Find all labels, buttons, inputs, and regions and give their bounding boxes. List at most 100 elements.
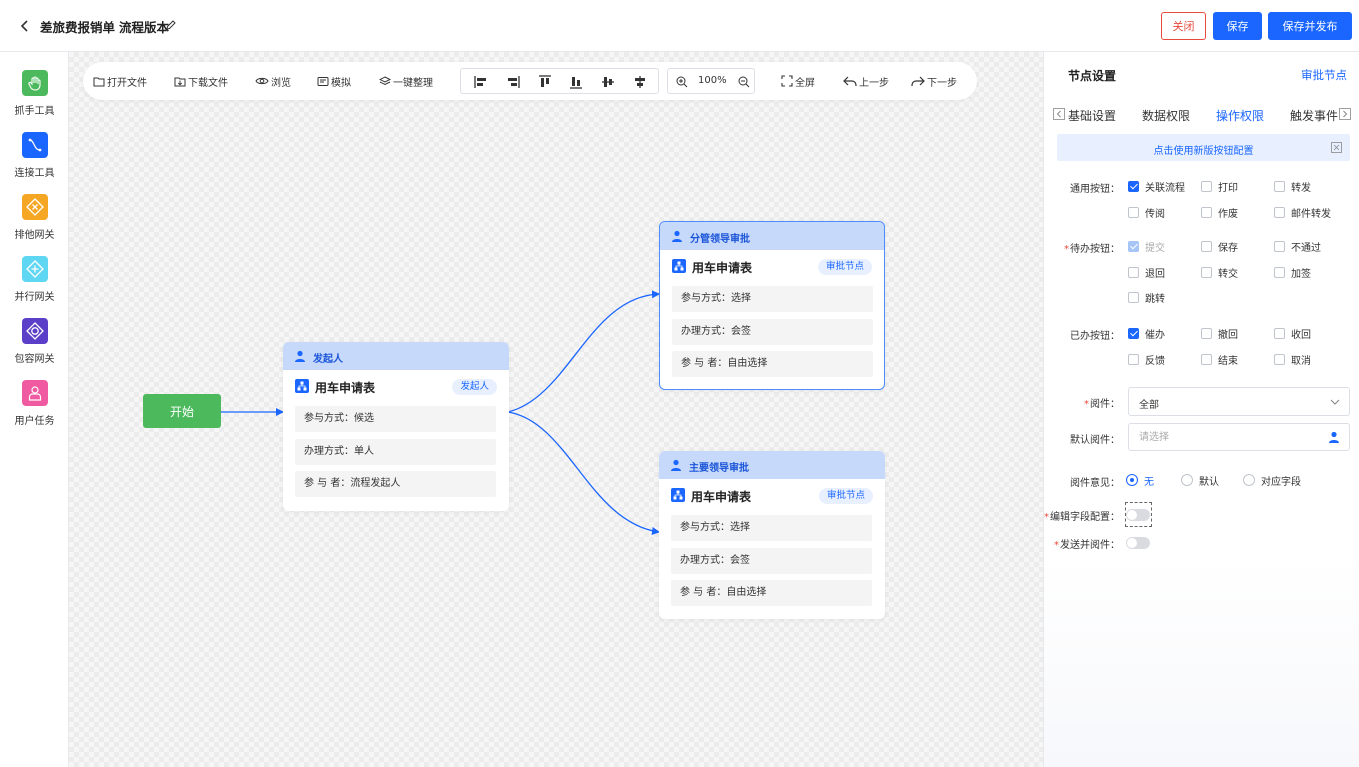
- node-row: 办理方式：会签: [671, 548, 872, 574]
- edit-field-config-switch[interactable]: [1126, 509, 1150, 521]
- align-left-icon[interactable]: [473, 74, 489, 90]
- checkbox-save[interactable]: 保存: [1201, 239, 1238, 254]
- tool-palette: 抓手工具 连接工具 排他网关 并行网关 包容网关 用户任务: [0, 52, 69, 767]
- default-reader-input[interactable]: [1128, 423, 1350, 451]
- node-deputy-approval[interactable]: 分管领导审批 用车申请表 审批节点 参与方式：选择 办理方式：会签 参 与 者：…: [659, 221, 885, 390]
- checkbox-urge[interactable]: 催办: [1128, 326, 1165, 341]
- undo-icon: [843, 76, 857, 86]
- checkbox-void[interactable]: 作废: [1201, 205, 1238, 220]
- checkbox-print[interactable]: 打印: [1201, 179, 1238, 194]
- folder-icon: [93, 77, 105, 86]
- canvas-toolbar: 打开文件 下载文件 浏览 模拟 一键整理 100% 全屏 上一步 下一步: [83, 62, 977, 100]
- send-and-read-label: *发送并阅件：: [1054, 540, 1120, 551]
- user-icon: [672, 230, 682, 242]
- checkbox-circulate[interactable]: 传阅: [1128, 205, 1165, 220]
- reader-label: *阅件：: [1084, 399, 1120, 410]
- checkbox-withdraw[interactable]: 撤回: [1201, 326, 1238, 341]
- tool-inclusive-gateway[interactable]: 包容网关: [0, 318, 69, 370]
- expand-icon: [1331, 142, 1342, 153]
- tab-scroll-right-icon[interactable]: [1339, 108, 1351, 120]
- node-header: 主要领导审批: [659, 451, 885, 479]
- tab-operation-permission[interactable]: 操作权限: [1216, 107, 1264, 124]
- tool-exclusive-gateway[interactable]: 排他网关: [0, 194, 69, 246]
- exclusive-gateway-icon: [22, 194, 48, 220]
- download-file-button[interactable]: 下载文件: [174, 73, 228, 89]
- node-type-tag: 审批节点: [817, 259, 872, 275]
- node-row: 参 与 者：流程发起人: [295, 471, 496, 497]
- tool-hand[interactable]: 抓手工具: [0, 70, 69, 122]
- send-and-read-switch[interactable]: [1126, 537, 1150, 549]
- node-row: 参与方式：选择: [672, 286, 873, 312]
- flow-canvas[interactable]: 打开文件 下载文件 浏览 模拟 一键整理 100% 全屏 上一步 下一步 开始 …: [69, 52, 1043, 767]
- save-publish-button[interactable]: 保存并发布: [1268, 12, 1352, 40]
- checkbox-email-forward[interactable]: 邮件转发: [1274, 205, 1331, 220]
- node-row: 办理方式：会签: [672, 319, 873, 345]
- fullscreen-button[interactable]: 全屏: [781, 73, 815, 89]
- node-type-tag: 审批节点: [818, 488, 873, 504]
- node-header: 发起人: [283, 342, 509, 370]
- simulate-button[interactable]: 模拟: [317, 73, 351, 89]
- auto-arrange-button[interactable]: 一键整理: [379, 73, 433, 89]
- radio-opinion-default[interactable]: 默认: [1181, 473, 1219, 488]
- user-task-icon: [22, 380, 48, 406]
- align-horizontal-center-icon[interactable]: [632, 74, 648, 90]
- checkbox-related-flow[interactable]: 关联流程: [1128, 179, 1185, 194]
- undo-button[interactable]: 上一步: [843, 73, 889, 89]
- user-picker-icon[interactable]: [1328, 431, 1340, 443]
- redo-icon: [911, 76, 925, 86]
- org-form-icon: [295, 379, 309, 393]
- panel-title: 节点设置: [1068, 69, 1117, 83]
- browse-button[interactable]: 浏览: [255, 73, 291, 89]
- document-title: 差旅费报销单: [40, 20, 116, 35]
- zoom-out-icon[interactable]: [738, 76, 750, 88]
- tab-basic-settings[interactable]: 基础设置: [1068, 107, 1116, 124]
- eye-icon: [255, 77, 269, 85]
- reader-select[interactable]: 全部: [1128, 387, 1350, 416]
- new-button-config-banner[interactable]: 点击使用新版按钮配置: [1057, 134, 1350, 161]
- node-initiator[interactable]: 发起人 用车申请表 发起人 参与方式：候选 办理方式：单人 参 与 者：流程发起…: [283, 342, 509, 511]
- align-right-icon[interactable]: [505, 74, 521, 90]
- checkbox-retrieve[interactable]: 收回: [1274, 326, 1311, 341]
- node-settings-panel: 节点设置 审批节点 基础设置 数据权限 操作权限 触发事件 点击使用新版按钮配置…: [1043, 52, 1359, 767]
- back-arrow-icon[interactable]: [18, 18, 32, 34]
- tab-data-permission[interactable]: 数据权限: [1142, 107, 1190, 124]
- align-top-icon[interactable]: [537, 74, 553, 90]
- tab-trigger-events[interactable]: 触发事件: [1290, 107, 1338, 124]
- checkbox-finish[interactable]: 结束: [1201, 352, 1238, 367]
- user-icon: [671, 459, 681, 471]
- pending-buttons-label: *待办按钮：: [1064, 244, 1120, 255]
- done-buttons-label: 已办按钮：: [1070, 331, 1120, 342]
- simulate-icon: [317, 76, 329, 86]
- layers-icon: [379, 75, 391, 85]
- checkbox-add-signer[interactable]: 加签: [1274, 265, 1311, 280]
- open-file-button[interactable]: 打开文件: [93, 73, 147, 89]
- tab-scroll-left-icon[interactable]: [1053, 108, 1065, 120]
- tool-user-task[interactable]: 用户任务: [0, 380, 69, 432]
- close-button[interactable]: 关闭: [1161, 12, 1206, 40]
- checkbox-cancel[interactable]: 取消: [1274, 352, 1311, 367]
- align-vertical-center-icon[interactable]: [600, 74, 616, 90]
- tool-parallel-gateway[interactable]: 并行网关: [0, 256, 69, 308]
- header-bar: 差旅费报销单 流程版本 关闭 保存 保存并发布: [0, 0, 1359, 52]
- download-icon: [174, 77, 186, 86]
- checkbox-feedback[interactable]: 反馈: [1128, 352, 1165, 367]
- align-bottom-icon[interactable]: [568, 74, 584, 90]
- edit-icon[interactable]: [166, 20, 176, 30]
- checkbox-reject[interactable]: 不通过: [1274, 239, 1321, 254]
- tool-connect[interactable]: 连接工具: [0, 132, 69, 184]
- start-node[interactable]: 开始: [143, 394, 221, 428]
- edge-initiator-to-deputy: [507, 290, 660, 413]
- checkbox-forward[interactable]: 转发: [1274, 179, 1311, 194]
- radio-opinion-field[interactable]: 对应字段: [1243, 473, 1301, 488]
- checkbox-return[interactable]: 退回: [1128, 265, 1165, 280]
- checkbox-transfer[interactable]: 转交: [1201, 265, 1238, 280]
- user-icon: [295, 350, 305, 362]
- node-chief-approval[interactable]: 主要领导审批 用车申请表 审批节点 参与方式：选择 办理方式：会签 参 与 者：…: [659, 451, 885, 619]
- redo-button[interactable]: 下一步: [911, 73, 957, 89]
- node-row: 参与方式：选择: [671, 515, 872, 541]
- opinion-label: 阅件意见：: [1070, 478, 1120, 489]
- radio-opinion-none[interactable]: 无: [1126, 473, 1154, 488]
- checkbox-jump[interactable]: 跳转: [1128, 290, 1165, 305]
- save-button[interactable]: 保存: [1213, 12, 1262, 40]
- zoom-in-icon[interactable]: [676, 76, 688, 88]
